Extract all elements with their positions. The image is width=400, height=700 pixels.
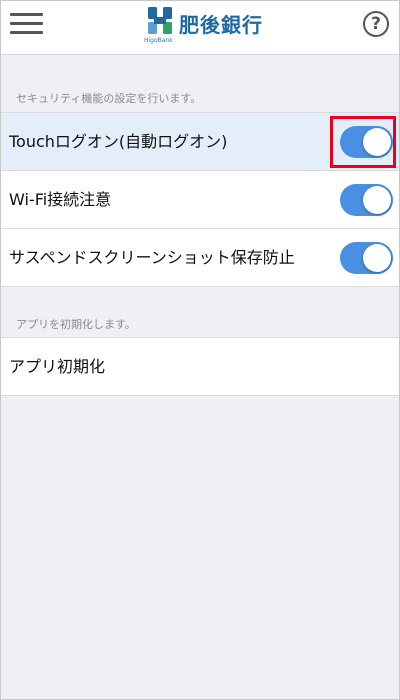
toggle-knob [363,128,391,156]
security-section-header: セキュリティ機能の設定を行います。 [16,92,202,105]
help-circle-icon[interactable]: ? [363,11,389,37]
screenshot-prevention-toggle[interactable] [340,242,393,274]
hamburger-menu-icon[interactable] [10,13,44,37]
wifi-warning-toggle[interactable] [340,184,393,216]
init-section-header: アプリを初期化します。 [16,318,136,331]
touch-logon-label: Touchログオン(自動ログオン) [9,132,228,151]
touch-logon-toggle[interactable] [340,126,393,158]
divider [1,286,399,287]
toggle-knob [363,186,391,214]
bank-logo: HigoBank 肥後銀行 [144,6,266,46]
setting-row-touch-logon[interactable]: Touchログオン(自動ログオン) [1,113,399,170]
app-screen: HigoBank 肥後銀行 ? セキュリティ機能の設定を行います。 Touchロ… [0,0,400,700]
toggle-knob [363,244,391,272]
setting-row-app-reset[interactable]: アプリ初期化 [1,338,399,395]
wifi-warning-label: Wi-Fi接続注意 [9,190,112,209]
screenshot-prevention-label: サスペンドスクリーンショット保存防止 [9,248,295,267]
bank-name: 肥後銀行 [179,13,263,37]
setting-row-screenshot-prevention[interactable]: サスペンドスクリーンショット保存防止 [1,229,399,286]
setting-row-wifi-warning[interactable]: Wi-Fi接続注意 [1,171,399,228]
higo-bank-logo-icon [148,7,172,34]
divider [1,395,399,396]
app-reset-label: アプリ初期化 [9,357,106,376]
logo-subtext: HigoBank [144,37,173,44]
navigation-bar: HigoBank 肥後銀行 ? [1,1,399,55]
